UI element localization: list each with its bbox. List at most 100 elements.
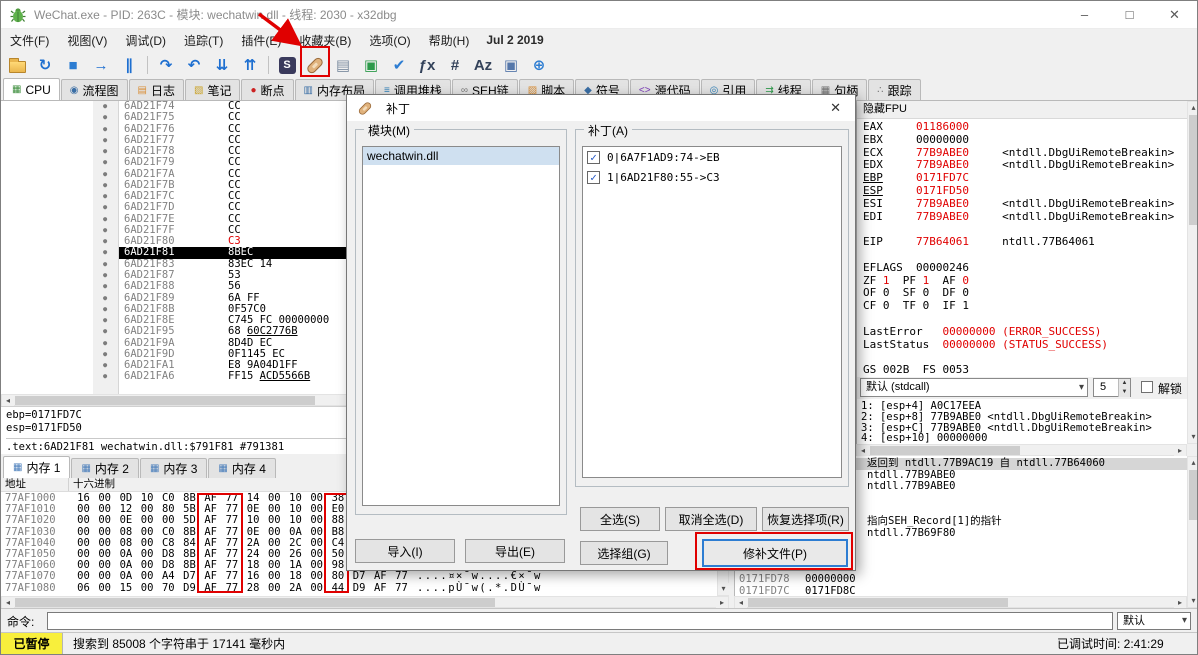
- scroll-thumb[interactable]: [15, 396, 315, 405]
- spin-down-icon[interactable]: ▼: [1118, 388, 1130, 397]
- scroll-right-icon[interactable]: ▸: [1174, 445, 1186, 456]
- patch-checkbox[interactable]: ✓: [587, 150, 600, 164]
- scroll-thumb[interactable]: [1189, 470, 1197, 520]
- restore-selected-button[interactable]: 恢复选择项(R): [762, 507, 849, 531]
- scylla-icon[interactable]: S: [275, 53, 299, 77]
- menu-item-plugins[interactable]: 插件(E): [232, 29, 290, 52]
- close-button[interactable]: ✕: [1152, 1, 1197, 28]
- scroll-up-icon[interactable]: ▴: [1188, 102, 1197, 114]
- register-row[interactable]: ESP 0171FD50: [863, 185, 1185, 198]
- hide-fpu-button[interactable]: 隐藏FPU: [863, 103, 907, 115]
- spin-up-icon[interactable]: ▲: [1118, 379, 1130, 388]
- calculator-icon[interactable]: ▤: [331, 53, 355, 77]
- tab-cpu[interactable]: ▦ CPU: [3, 78, 60, 100]
- register-row[interactable]: OF 0 SF 0 DF 0: [863, 287, 1185, 300]
- scroll-left-icon[interactable]: ◂: [857, 445, 869, 456]
- stack-vscrollbar[interactable]: ▴ ▾: [1187, 456, 1197, 608]
- tab-log[interactable]: ▤ 日志: [128, 79, 185, 100]
- stack-hscrollbar[interactable]: ◂ ▸: [734, 596, 1187, 608]
- notes-window-icon[interactable]: ▣: [499, 53, 523, 77]
- command-profile-combo[interactable]: 默认 ▾: [1117, 612, 1191, 630]
- memory-row[interactable]: 77AF1080 06 00 15 00 70 D9 AF 77 28 00 2A 00 44 D9 AF 77…: [1, 582, 717, 594]
- scroll-down-icon[interactable]: ▾: [718, 583, 729, 595]
- scroll-right-icon[interactable]: ▸: [1174, 597, 1186, 608]
- menu-item-favourites[interactable]: 收藏夹(B): [290, 29, 360, 52]
- step-into-icon[interactable]: ↷: [154, 53, 178, 77]
- menu-item-options[interactable]: 选项(O): [360, 29, 419, 52]
- registers-vscrollbar[interactable]: ▴ ▾: [1187, 101, 1197, 444]
- register-row[interactable]: ZF 1 PF 1 AF 0: [863, 275, 1185, 288]
- fx-icon[interactable]: ƒx: [415, 53, 439, 77]
- deselect-all-button[interactable]: 取消全选(D): [665, 507, 757, 531]
- patch-file-button[interactable]: 修补文件(P): [702, 539, 848, 567]
- open-file-icon[interactable]: [5, 53, 29, 77]
- tab-graph[interactable]: ◉ 流程图: [60, 79, 128, 100]
- dialog-close-icon[interactable]: ✕: [825, 100, 846, 116]
- arg-count-spinner[interactable]: 5 ▲ ▼: [1093, 378, 1131, 397]
- calling-convention-combo[interactable]: 默认 (stdcall) ▾: [860, 378, 1088, 397]
- register-row[interactable]: LastStatus 00000000 (STATUS_SUCCESS): [863, 339, 1185, 352]
- stack-row[interactable]: 0171FD7C 0171FD8C: [735, 585, 1187, 596]
- patch-list[interactable]: ✓ 0|6A7F1AD9:74->EB ✓ 1|6AD21F80:55->C3: [582, 146, 842, 478]
- topmost-icon[interactable]: ✔: [387, 53, 411, 77]
- menu-item-file[interactable]: 文件(F): [1, 29, 58, 52]
- minimize-button[interactable]: –: [1062, 1, 1107, 28]
- register-row[interactable]: ECX 77B9ABE0 <ntdll.DbgUiRemoteBreakin>: [863, 147, 1185, 160]
- export-button[interactable]: 导出(E): [465, 539, 565, 563]
- scroll-thumb[interactable]: [1189, 115, 1197, 225]
- execute-till-return-icon[interactable]: ⇊: [210, 53, 234, 77]
- argument-row[interactable]: 4: [esp+10] 00000000: [861, 433, 1187, 444]
- menu-item-trace[interactable]: 追踪(T): [175, 29, 232, 52]
- memory-hscrollbar[interactable]: ◂ ▸: [1, 596, 729, 608]
- module-list[interactable]: wechatwin.dll: [362, 146, 560, 506]
- scroll-down-icon[interactable]: ▾: [1188, 431, 1197, 443]
- command-input[interactable]: [47, 612, 1113, 630]
- text-codec-icon[interactable]: Az: [471, 53, 495, 77]
- register-row[interactable]: EIP 77B64061 ntdll.77B64061: [863, 236, 1185, 249]
- tab-notes[interactable]: ▧ 笔记: [185, 79, 241, 100]
- argument-row[interactable]: 2: [esp+8] 77B9ABE0 <ntdll.DbgUiRemoteBr…: [861, 411, 1187, 423]
- run-to-user-code-icon[interactable]: ⇈: [238, 53, 262, 77]
- patch-list-item[interactable]: ✓ 1|6AD21F80:55->C3: [583, 167, 841, 187]
- pick-groups-button[interactable]: 选择组(G): [580, 541, 668, 565]
- patch-icon[interactable]: [303, 53, 327, 77]
- memory-row[interactable]: 77AF1070 00 00 0A 00 A4 D7 AF 77 16 00 18 00 80 D7 AF 77…: [1, 571, 717, 582]
- patch-list-item[interactable]: ✓ 0|6A7F1AD9:74->EB: [583, 147, 841, 167]
- scroll-left-icon[interactable]: ◂: [735, 597, 747, 608]
- scroll-left-icon[interactable]: ◂: [2, 597, 14, 608]
- maximize-button[interactable]: □: [1107, 1, 1152, 28]
- register-row[interactable]: GS 002B FS 0053: [863, 364, 1185, 377]
- register-row[interactable]: EBP 0171FD7C: [863, 172, 1185, 185]
- patch-dialog-titlebar[interactable]: 补丁 ✕: [347, 95, 855, 121]
- step-over-icon[interactable]: ↶: [182, 53, 206, 77]
- args-hscrollbar[interactable]: ◂ ▸: [856, 444, 1187, 456]
- scroll-down-icon[interactable]: ▾: [1188, 595, 1197, 607]
- menu-item-help[interactable]: 帮助(H): [420, 29, 479, 52]
- unlock-checkbox[interactable]: [1141, 381, 1153, 393]
- hash-icon[interactable]: #: [443, 53, 467, 77]
- memory-tab-4[interactable]: ▦ 内存 4: [208, 458, 276, 478]
- tab-breakpoints[interactable]: ● 断点: [241, 79, 294, 100]
- menu-item-view[interactable]: 视图(V): [58, 29, 116, 52]
- scroll-up-icon[interactable]: ▴: [1188, 457, 1197, 469]
- register-row[interactable]: EAX 01186000: [863, 121, 1185, 134]
- module-list-item[interactable]: wechatwin.dll: [363, 147, 559, 165]
- register-row[interactable]: EDX 77B9ABE0 <ntdll.DbgUiRemoteBreakin>: [863, 159, 1185, 172]
- menu-item-debug[interactable]: 调试(D): [116, 29, 175, 52]
- scroll-thumb[interactable]: [870, 446, 1020, 455]
- update-icon[interactable]: ⊕: [527, 53, 551, 77]
- register-row[interactable]: ESI 77B9ABE0 <ntdll.DbgUiRemoteBreakin>: [863, 198, 1185, 211]
- register-row[interactable]: EFLAGS 00000246: [863, 262, 1185, 275]
- tab-trace[interactable]: ∴ 跟踪: [868, 79, 921, 100]
- register-row[interactable]: EBX 00000000: [863, 134, 1185, 147]
- scroll-right-icon[interactable]: ▸: [716, 597, 728, 608]
- run-icon[interactable]: →: [89, 53, 113, 77]
- select-all-button[interactable]: 全选(S): [580, 507, 660, 531]
- scroll-thumb[interactable]: [15, 598, 495, 607]
- stack-row[interactable]: 0171FD78 00000000: [735, 573, 1187, 586]
- import-button[interactable]: 导入(I): [355, 539, 455, 563]
- scroll-thumb[interactable]: [748, 598, 1008, 607]
- register-row[interactable]: EDI 77B9ABE0 <ntdll.DbgUiRemoteBreakin>: [863, 211, 1185, 224]
- patch-checkbox[interactable]: ✓: [587, 170, 600, 184]
- register-row[interactable]: CF 0 TF 0 IF 1: [863, 300, 1185, 313]
